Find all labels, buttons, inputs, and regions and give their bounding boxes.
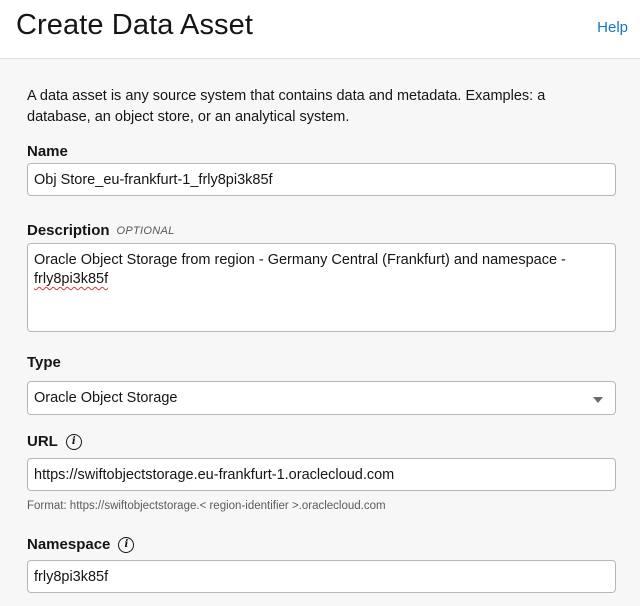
description-line-2: frly8pi3k85f xyxy=(34,271,109,287)
name-input-value: Obj Store_eu-frankfurt-1_frly8pi3k85f xyxy=(34,171,273,188)
name-label: Name xyxy=(27,143,68,160)
type-selected-value: Oracle Object Storage xyxy=(34,390,178,406)
help-link[interactable]: Help xyxy=(597,19,628,36)
optional-tag: OPTIONAL xyxy=(116,224,175,237)
description-label-text: Description xyxy=(27,222,110,239)
name-input[interactable]: Obj Store_eu-frankfurt-1_frly8pi3k85f xyxy=(27,163,616,196)
page-title: Create Data Asset xyxy=(16,9,254,41)
description-label: Description OPTIONAL xyxy=(27,222,175,239)
namespace-input-value: frly8pi3k85f xyxy=(34,568,109,585)
namespace-label-text: Namespace xyxy=(27,536,111,553)
info-icon[interactable]: i xyxy=(118,536,135,553)
chevron-down-icon xyxy=(593,397,603,403)
namespace-input[interactable]: frly8pi3k85f xyxy=(27,560,616,593)
url-format-hint: Format: https://swiftobjectstorage.< reg… xyxy=(27,500,386,512)
description-textarea[interactable]: Oracle Object Storage from region - Germ… xyxy=(27,243,616,332)
url-label-text: URL xyxy=(27,433,58,450)
info-icon[interactable]: i xyxy=(65,433,82,450)
name-label-text: Name xyxy=(27,143,68,160)
url-label: URL i xyxy=(27,433,82,450)
url-input-value: https://swiftobjectstorage.eu-frankfurt-… xyxy=(34,466,395,483)
namespace-label: Namespace i xyxy=(27,536,135,553)
type-label: Type xyxy=(27,354,61,371)
panel-header: Create Data Asset Help xyxy=(0,0,640,59)
intro-text: A data asset is any source system that c… xyxy=(27,88,546,125)
type-select[interactable]: Oracle Object Storage xyxy=(27,381,616,415)
type-label-text: Type xyxy=(27,354,61,371)
url-input[interactable]: https://swiftobjectstorage.eu-frankfurt-… xyxy=(27,458,616,491)
description-line-1: Oracle Object Storage from region - Germ… xyxy=(34,252,566,268)
